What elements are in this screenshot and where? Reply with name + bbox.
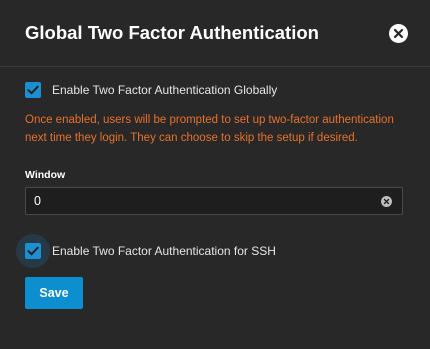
- warning-message: Once enabled, users will be prompted to …: [25, 111, 415, 147]
- window-input[interactable]: [26, 188, 366, 214]
- ssh-2fa-checkbox[interactable]: [25, 243, 41, 259]
- warning-line-1: Once enabled, users will be prompted to …: [25, 114, 394, 126]
- dialog-header: Global Two Factor Authentication: [0, 0, 430, 67]
- window-field-label: Window: [25, 169, 66, 181]
- close-icon[interactable]: [389, 24, 408, 43]
- two-factor-dialog: Global Two Factor Authentication Enable …: [0, 0, 430, 349]
- checkmark-icon: [27, 246, 39, 256]
- window-field[interactable]: [25, 187, 403, 215]
- global-2fa-label: Enable Two Factor Authentication Globall…: [52, 83, 278, 97]
- warning-line-2: next time they login. They can choose to…: [25, 132, 358, 144]
- global-2fa-checkbox[interactable]: [25, 82, 41, 98]
- dialog-title: Global Two Factor Authentication: [25, 22, 319, 43]
- checkmark-icon: [27, 85, 39, 95]
- clear-icon[interactable]: [381, 196, 392, 207]
- ssh-2fa-label: Enable Two Factor Authentication for SSH: [52, 244, 276, 258]
- save-button[interactable]: Save: [25, 277, 83, 309]
